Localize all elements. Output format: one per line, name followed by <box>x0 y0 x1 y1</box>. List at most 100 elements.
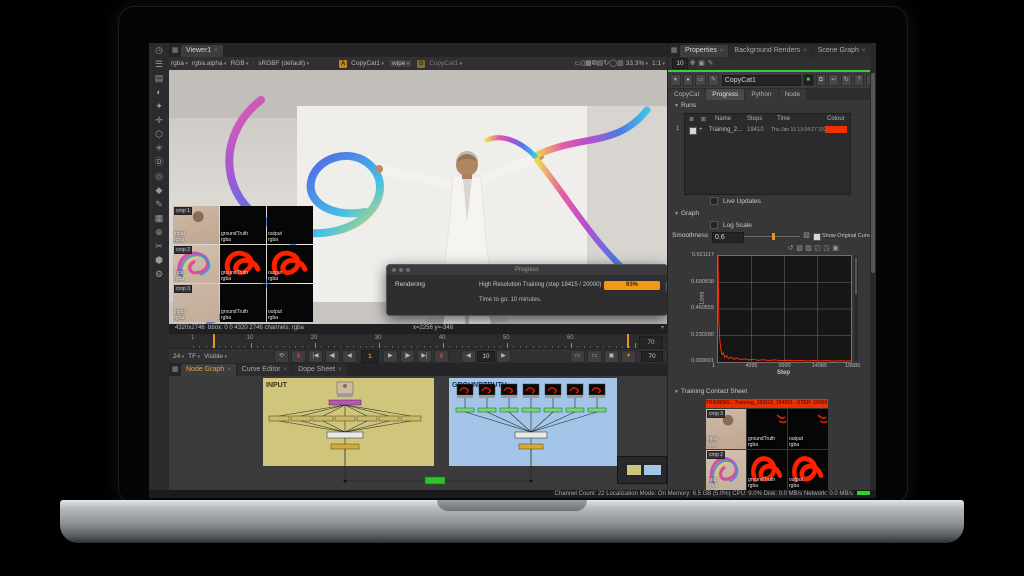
sheet-cell-output[interactable]: output rgba <box>788 450 828 490</box>
contact-sheet-header[interactable]: ▼ Training Contact Sheet <box>674 388 747 395</box>
visibility-dropdown[interactable]: Visible <box>204 353 227 360</box>
node-tab-python[interactable]: Python <box>745 89 778 100</box>
stop-button[interactable]: ▮ <box>433 350 449 363</box>
minimize-icon[interactable] <box>399 268 403 272</box>
tab-node-graph[interactable]: Node Graph × <box>181 364 236 376</box>
tab-dope-sheet[interactable]: Dope Sheet × <box>293 364 347 376</box>
run-checkbox[interactable] <box>689 127 697 135</box>
viewer-process-dropdown[interactable]: sRGBF (default) <box>258 60 309 67</box>
panel-scrollbar[interactable] <box>870 43 876 498</box>
sheet-cell-input[interactable]: crop 1 input rgba <box>173 206 219 244</box>
time-icon[interactable]: ◷ <box>149 43 169 57</box>
wipe-dropdown[interactable]: wipe <box>387 59 414 68</box>
pane-menu-icon[interactable]: ▦ <box>169 45 181 57</box>
close-icon[interactable]: × <box>227 367 231 373</box>
undo-zoom-icon[interactable]: ↺ <box>786 244 795 253</box>
increment-button[interactable]: ▶ <box>495 350 511 363</box>
viewer-contact-sheet-overlay[interactable]: crop 1 input rgba groundTruth rgba output rgba… <box>173 206 314 324</box>
sheet-cell-groundTruth[interactable]: groundTruth rgba <box>220 245 266 283</box>
decrement-button[interactable]: ◀ <box>460 350 476 363</box>
training-contact-sheet[interactable]: crop 3 input rgba groundTruth rgba output rgba… <box>706 409 829 490</box>
pane-menu-icon[interactable]: ▦ <box>169 364 181 376</box>
max-panels-field[interactable]: 10 <box>672 58 688 69</box>
draw-icon[interactable]: ☰ <box>149 57 169 71</box>
fit-all-icon[interactable]: ▣ <box>831 244 840 253</box>
live-updates-checkbox[interactable] <box>710 197 718 205</box>
floating-icon[interactable]: ▭ <box>695 74 707 86</box>
sheet-cell-groundTruth[interactable]: groundTruth rgba <box>220 284 266 322</box>
loop-icon[interactable]: ⟲ <box>273 350 289 363</box>
log-scale-row[interactable]: Log Scale <box>710 221 752 229</box>
sheet-cell-groundTruth[interactable]: groundTruth rgba <box>220 206 266 244</box>
node-tab-node[interactable]: Node <box>778 89 807 100</box>
tab-scene-graph[interactable]: Scene Graph × <box>812 45 871 57</box>
show-original-row[interactable] <box>813 233 821 241</box>
roi-icon[interactable]: ▥ <box>617 60 624 67</box>
zoom-dropdown[interactable]: 33.3% <box>626 60 648 67</box>
settings-icon[interactable]: ⚙ <box>149 267 169 281</box>
copy-icon[interactable]: ⧉ <box>815 74 827 86</box>
particles-icon[interactable]: ✳ <box>149 141 169 155</box>
tab-viewer1[interactable]: Viewer1 × <box>181 45 223 57</box>
pin-icon[interactable]: ▣ <box>697 59 706 68</box>
dag-minimap[interactable] <box>617 456 667 484</box>
next-keyframe-button[interactable]: |▶ <box>399 350 415 363</box>
channel-icon[interactable]: ▤ <box>149 71 169 85</box>
input-b-dropdown[interactable]: CopyCat1 <box>429 60 462 67</box>
expand-icon[interactable]: + <box>699 127 703 133</box>
lock-range-icon[interactable]: ▣ <box>604 350 619 363</box>
tab-properties[interactable]: Properties × <box>680 45 729 57</box>
layer-dropdown[interactable]: rgba <box>171 60 188 67</box>
runs-section-header[interactable]: ▼ Runs <box>674 102 696 109</box>
sync-a-icon[interactable]: ▭ <box>570 350 585 363</box>
close-icon[interactable]: × <box>214 48 218 54</box>
sheet-cell-input[interactable]: crop 2 input rgba <box>173 245 219 283</box>
show-original-checkbox[interactable] <box>813 233 821 241</box>
zoom-out-icon[interactable]: ▨ <box>804 244 813 253</box>
deep-icon[interactable]: Ⓓ <box>149 155 169 169</box>
eraser-icon[interactable]: ✎ <box>706 59 715 68</box>
node-tab-progress[interactable]: Progress <box>706 89 745 100</box>
pane-menu-icon[interactable]: ▦ <box>668 45 680 57</box>
log-scale-checkbox[interactable] <box>710 221 718 229</box>
curve-icon[interactable]: ▧ <box>802 231 811 240</box>
graph-scrollbar[interactable] <box>854 255 858 361</box>
sheet-cell-output[interactable]: output rgba <box>267 245 313 283</box>
close-icon[interactable]: × <box>803 48 807 54</box>
sheet-cell-output[interactable]: output rgba <box>788 409 828 449</box>
sheet-cell-output[interactable]: output rgba <box>267 284 313 322</box>
input-a-dropdown[interactable]: CopyCat1 <box>351 60 384 67</box>
close-icon[interactable]: × <box>720 48 724 54</box>
alpha-dropdown[interactable]: rgba.alpha <box>192 60 227 67</box>
step-back-button[interactable]: ◀ <box>341 350 357 363</box>
dialog-titlebar[interactable]: Progress <box>387 265 667 275</box>
filter-icon[interactable]: ✦ <box>149 99 169 113</box>
run-name[interactable]: Training_2... <box>709 127 742 133</box>
step-forward-button[interactable]: ▶ <box>382 350 398 363</box>
3d-icon[interactable]: ⬡ <box>149 127 169 141</box>
node-graph-canvas[interactable]: INPUTGROUNDTRUTH <box>169 376 667 490</box>
channels-dropdown[interactable]: RGB <box>231 60 249 67</box>
run-colour-swatch[interactable] <box>825 126 847 133</box>
node-name-field[interactable]: CopyCat1 <box>721 74 801 86</box>
list-icon[interactable]: ≣ <box>689 116 694 123</box>
sheet-cell-output[interactable]: output rgba <box>267 206 313 244</box>
runs-table[interactable]: ≣ ⊞ Name Steps Time Colour + Training_2... 19410… <box>684 113 851 195</box>
frame-increment-field[interactable]: 10 <box>476 351 495 362</box>
column-header-name[interactable]: Name <box>715 116 731 122</box>
tab-curve-editor[interactable]: Curve Editor × <box>236 364 293 376</box>
viewer-canvas[interactable]: crop 1 input rgba groundTruth rgba output rgba… <box>169 70 667 324</box>
goto-start-button[interactable]: |◀ <box>307 350 323 363</box>
node-color-icon[interactable]: ▾ <box>670 74 681 86</box>
zoom-icon[interactable] <box>406 268 410 272</box>
current-frame-field[interactable]: 1 <box>360 350 379 363</box>
merge-icon[interactable]: ▦ <box>149 211 169 225</box>
timeline-ruler[interactable]: 1 70 10 20 30 40 50 60 <box>169 333 667 349</box>
color-icon[interactable]: ◐ <box>149 85 169 99</box>
in-marker[interactable] <box>213 334 215 349</box>
checkerboard-icon[interactable]: ▩ <box>585 60 592 67</box>
smoothness-field[interactable]: 0.6 <box>712 232 744 243</box>
loss-graph[interactable] <box>717 255 852 363</box>
edit-icon[interactable]: ✂ <box>149 239 169 253</box>
help-icon[interactable]: ? <box>853 74 865 86</box>
